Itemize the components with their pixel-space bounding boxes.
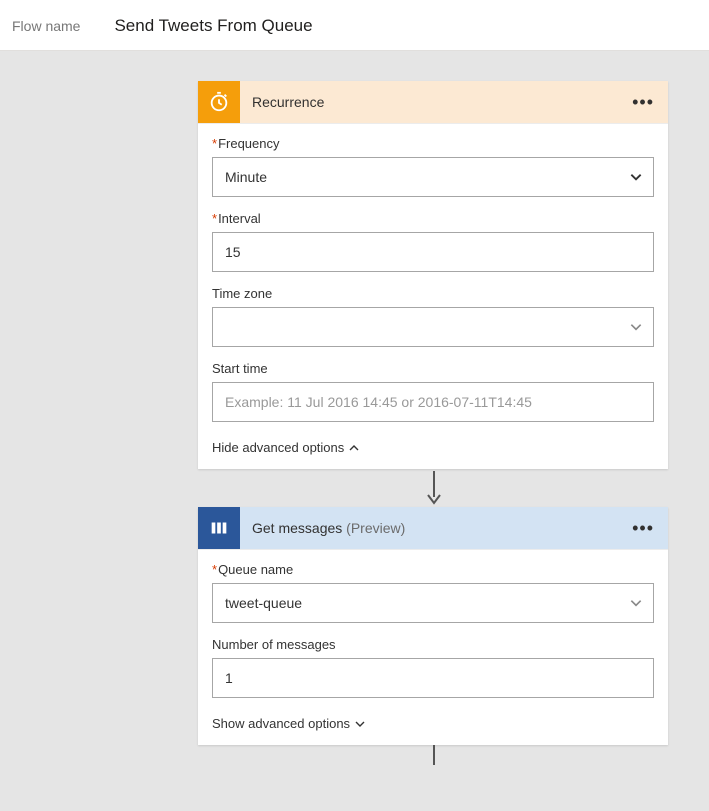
getmessages-body: *Queue name tweet-queue Number of messag… <box>198 549 668 745</box>
queue-icon <box>198 507 240 549</box>
chevron-down-icon <box>629 596 643 610</box>
interval-label: *Interval <box>212 211 654 226</box>
nummessages-input-wrap <box>212 658 654 698</box>
getmessages-header[interactable]: Get messages (Preview) ••• <box>198 507 668 549</box>
recurrence-menu-button[interactable]: ••• <box>618 92 668 113</box>
top-bar: Flow name Send Tweets From Queue <box>0 0 709 51</box>
chevron-up-icon <box>348 442 360 454</box>
queuename-value: tweet-queue <box>225 595 302 611</box>
interval-input-wrap <box>212 232 654 272</box>
interval-input[interactable] <box>225 233 641 271</box>
timezone-label: Time zone <box>212 286 654 301</box>
recurrence-card: Recurrence ••• *Frequency Minute *Interv… <box>198 81 668 469</box>
nummessages-field: Number of messages <box>212 637 654 698</box>
interval-field: *Interval <box>212 211 654 272</box>
queuename-label: *Queue name <box>212 562 654 577</box>
queuename-select[interactable]: tweet-queue <box>212 583 654 623</box>
nummessages-label: Number of messages <box>212 637 654 652</box>
recurrence-body: *Frequency Minute *Interval Time zone <box>198 123 668 469</box>
nummessages-input[interactable] <box>225 659 641 697</box>
starttime-input[interactable] <box>225 383 641 421</box>
canvas: Recurrence ••• *Frequency Minute *Interv… <box>0 51 709 765</box>
connector-tail <box>198 745 669 765</box>
chevron-down-icon <box>629 170 643 184</box>
queuename-field: *Queue name tweet-queue <box>212 562 654 623</box>
getmessages-menu-button[interactable]: ••• <box>618 518 668 539</box>
timezone-select[interactable] <box>212 307 654 347</box>
chevron-down-icon <box>354 718 366 730</box>
frequency-value: Minute <box>225 169 267 185</box>
preview-badge: (Preview) <box>346 520 405 536</box>
starttime-field: Start time <box>212 361 654 422</box>
frequency-label: *Frequency <box>212 136 654 151</box>
chevron-down-icon <box>629 320 643 334</box>
connector-arrow <box>198 471 669 505</box>
clock-icon <box>198 81 240 123</box>
starttime-label: Start time <box>212 361 654 376</box>
hide-advanced-toggle[interactable]: Hide advanced options <box>212 436 654 465</box>
getmessages-card: Get messages (Preview) ••• *Queue name t… <box>198 507 668 745</box>
flowname-label: Flow name <box>12 18 80 34</box>
show-advanced-toggle[interactable]: Show advanced options <box>212 712 654 741</box>
frequency-select[interactable]: Minute <box>212 157 654 197</box>
getmessages-title: Get messages (Preview) <box>240 520 618 536</box>
starttime-input-wrap <box>212 382 654 422</box>
timezone-field: Time zone <box>212 286 654 347</box>
flowname-value[interactable]: Send Tweets From Queue <box>114 16 312 36</box>
recurrence-header[interactable]: Recurrence ••• <box>198 81 668 123</box>
frequency-field: *Frequency Minute <box>212 136 654 197</box>
recurrence-title: Recurrence <box>240 94 618 110</box>
